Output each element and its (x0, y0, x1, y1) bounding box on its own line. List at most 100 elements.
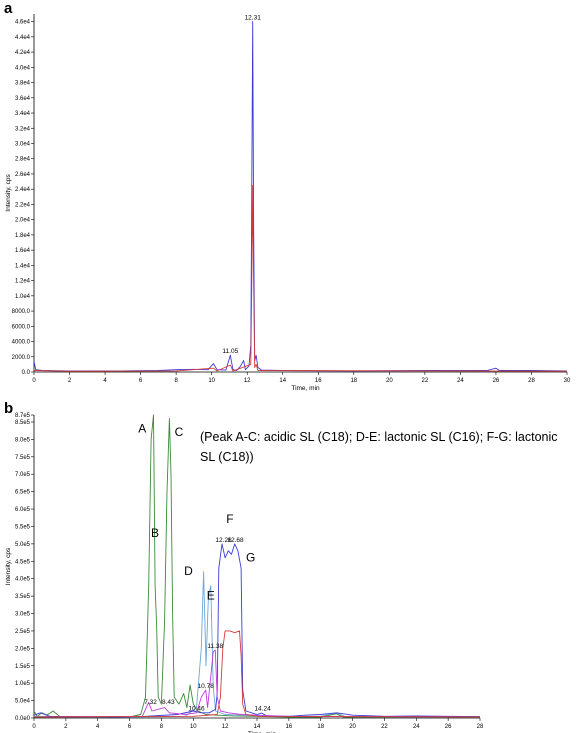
x-axis-label: Time, min (291, 385, 320, 392)
y-tick-label: 2.0e5 (15, 646, 31, 652)
x-tick-label: 22 (381, 724, 388, 730)
peak-label: 10.46 (188, 705, 205, 712)
x-tick-label: 16 (315, 378, 322, 384)
x-tick-label: 12 (244, 378, 251, 384)
series-line-2 (33, 543, 481, 718)
y-tick-label: 6000.0 (12, 324, 31, 330)
y-tick-label: 1.8e4 (15, 233, 31, 239)
figure: a 0.0 2000.0 4000.0 6000.0 8000.0 1.0e4 1.2e4 1… (4, 0, 571, 733)
y-tick-label: 5.0e5 (15, 542, 31, 548)
peak-letter: G (246, 550, 255, 564)
y-tick-label: 4.2e4 (15, 50, 31, 56)
series-line-0 (33, 21, 568, 372)
y-tick-label: 2.8e4 (15, 157, 31, 163)
peak-label: 12.68 (227, 537, 244, 544)
peak-letter: C (175, 425, 184, 439)
x-tick-label: 10 (190, 724, 197, 730)
series-line-1 (33, 571, 481, 718)
x-tick-label: 2 (68, 378, 72, 384)
y-tick-label: 0.0e0 (15, 716, 31, 722)
x-tick-label: 8 (160, 724, 164, 730)
y-tick-label: 3.6e4 (15, 96, 31, 102)
y-tick-label: 2.6e4 (15, 172, 31, 178)
panel-b-letter: b (4, 400, 13, 417)
y-tick-label: 2.5e5 (15, 629, 31, 635)
peak-label: 12.31 (245, 15, 262, 22)
y-tick-label: 3.5e5 (15, 594, 31, 600)
x-tick-label: 24 (457, 378, 464, 384)
y-tick-label: 3.0e5 (15, 612, 31, 618)
peak-letter: A (138, 421, 146, 435)
y-tick-label: 4.0e5 (15, 577, 31, 583)
y-axis-label: Intensity, cps (5, 547, 12, 585)
y-tick-label: 1.0e5 (15, 681, 31, 687)
y-tick-label: 6.5e5 (15, 490, 31, 496)
series-line-0 (33, 414, 480, 718)
y-tick-label: 5.5e5 (15, 524, 31, 530)
peak-letter: B (151, 526, 159, 540)
peak-letter: D (184, 564, 193, 578)
y-tick-label: 3.4e4 (15, 111, 31, 117)
x-tick-label: 20 (386, 378, 393, 384)
y-tick-label: 1.6e4 (15, 248, 31, 254)
y-tick-label: 7.5e5 (15, 455, 31, 461)
y-tick-label: 2.2e4 (15, 202, 31, 208)
y-tick-label: 4.5e5 (15, 559, 31, 565)
x-tick-label: 22 (422, 378, 429, 384)
y-tick-label: 2.0e4 (15, 218, 31, 224)
x-tick-label: 30 (564, 378, 571, 384)
y-tick-label: 3.8e4 (15, 81, 31, 87)
x-tick-label: 10 (208, 378, 215, 384)
x-tick-label: 16 (286, 724, 293, 730)
x-tick-label: 28 (477, 724, 484, 730)
y-tick-label: 1.4e4 (15, 263, 31, 269)
peak-letter: E (207, 589, 215, 603)
y-tick-label: 2.4e4 (15, 187, 31, 193)
y-tick-label: 2000.0 (12, 355, 31, 361)
y-tick-label: 3.2e4 (15, 126, 31, 132)
x-tick-label: 14 (254, 724, 261, 730)
chromatogram-b: 0.0e0 5.0e4 1.0e5 1.5e5 2.0e5 2.5e5 3.0e5 3.5e5… (5, 413, 558, 733)
annotation-line: (Peak A-C: acidic SL (C18); D-E: lactoni… (200, 430, 558, 444)
x-tick-label: 8 (174, 378, 178, 384)
annotation-line: SL (C18)) (200, 450, 254, 464)
y-tick-label: 6.0e5 (15, 507, 31, 513)
y-tick-label: 5.0e4 (15, 699, 31, 705)
y-tick-label: 3.0e4 (15, 141, 31, 147)
y-tick-label: 8.5e5 (15, 420, 31, 426)
x-tick-label: 26 (493, 378, 500, 384)
peak-label: 14.24 (254, 705, 271, 712)
y-tick-label: 1.2e4 (15, 279, 31, 285)
y-tick-label: 4000.0 (12, 340, 31, 346)
series-line-1 (33, 184, 568, 372)
x-tick-label: 28 (528, 378, 535, 384)
y-tick-label: 4.0e4 (15, 65, 31, 71)
y-tick-label: 4.4e4 (15, 35, 31, 41)
y-tick-label: 4.6e4 (15, 20, 31, 26)
y-tick-label: 1.0e4 (15, 294, 31, 300)
x-tick-label: 6 (128, 724, 132, 730)
x-tick-label: 14 (279, 378, 286, 384)
y-axis-label: Intensity, cps (5, 174, 12, 212)
peak-label: 10.78 (198, 683, 215, 690)
x-tick-label: 0 (32, 378, 36, 384)
y-tick-label: 0.0 (22, 370, 31, 376)
peak-label: 11.38 (207, 643, 223, 650)
x-tick-label: 24 (413, 724, 420, 730)
series-line-4 (33, 630, 481, 718)
peak-letter: F (226, 512, 233, 526)
y-tick-label: 7.0e5 (15, 472, 31, 478)
x-tick-label: 4 (103, 378, 107, 384)
y-tick-label: 8.0e5 (15, 437, 31, 443)
x-tick-label: 4 (96, 724, 100, 730)
y-tick-label: 1.5e5 (15, 664, 31, 670)
x-tick-label: 26 (445, 724, 452, 730)
x-tick-label: 2 (64, 724, 68, 730)
peak-label: 8.43 (162, 699, 175, 706)
y-tick-label: 8.7e5 (15, 413, 31, 419)
chromatogram-a: 0.0 2000.0 4000.0 6000.0 8000.0 1.0e4 1.2e4 1.4… (5, 14, 571, 392)
x-tick-label: 6 (139, 378, 143, 384)
x-tick-label: 12 (222, 724, 229, 730)
x-tick-label: 0 (32, 724, 36, 730)
x-tick-label: 18 (350, 378, 357, 384)
